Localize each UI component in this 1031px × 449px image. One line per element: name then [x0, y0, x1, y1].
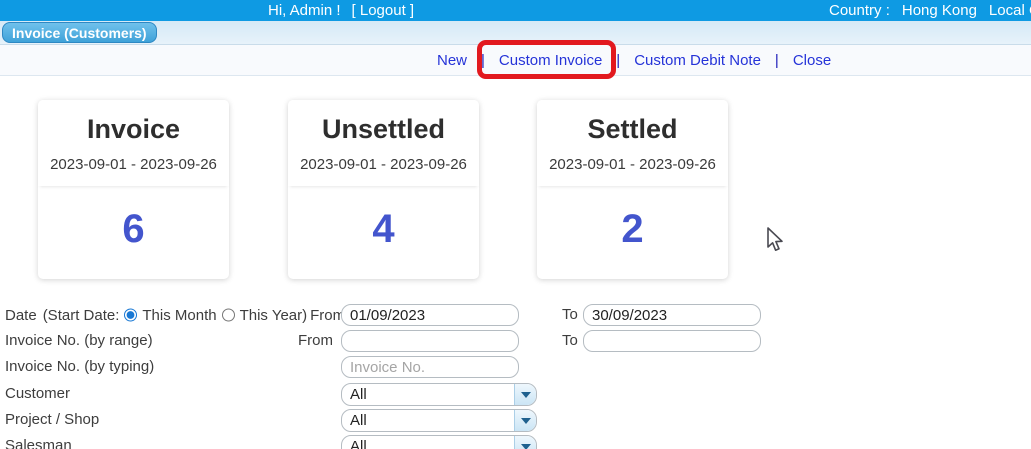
card-date-range: 2023-09-01 - 2023-09-26	[537, 156, 728, 173]
menu-item-close[interactable]: Close	[793, 52, 831, 69]
menu-separator: |	[775, 52, 779, 69]
customer-label: Customer	[5, 383, 70, 405]
card-date-range: 2023-09-01 - 2023-09-26	[288, 156, 479, 173]
local-currency-label: Local Cu	[989, 2, 1031, 19]
this-month-radio[interactable]	[124, 308, 137, 322]
card-settled[interactable]: Settled 2023-09-01 - 2023-09-26 2	[537, 100, 728, 279]
card-unsettled[interactable]: Unsettled 2023-09-01 - 2023-09-26 4	[288, 100, 479, 279]
arrow-cursor-icon	[764, 227, 786, 253]
card-count: 2	[537, 207, 728, 252]
card-invoice[interactable]: Invoice 2023-09-01 - 2023-09-26 6	[38, 100, 229, 279]
this-year-radio[interactable]	[222, 308, 235, 322]
card-header: Invoice 2023-09-01 - 2023-09-26	[38, 100, 229, 186]
caret-down-icon[interactable]	[514, 410, 536, 431]
menu-separator: |	[481, 52, 485, 69]
salesman-label: Salesman	[5, 435, 72, 449]
country-label: Country :	[829, 2, 890, 19]
project-shop-select-value: All	[342, 410, 514, 431]
caret-down-icon[interactable]	[514, 384, 536, 405]
invoice-range-label: Invoice No. (by range)	[5, 330, 153, 352]
invoice-typing-label: Invoice No. (by typing)	[5, 356, 154, 378]
range-from-label: From	[298, 330, 331, 352]
menu-links: New | Custom Invoice | Custom Debit Note…	[437, 45, 831, 75]
card-count: 6	[38, 207, 229, 252]
date-from-label: From	[310, 307, 345, 324]
customer-select-value: All	[342, 384, 514, 405]
date-label: Date	[5, 307, 37, 324]
menu-item-custom-debit-note[interactable]: Custom Debit Note	[634, 52, 761, 69]
card-title: Unsettled	[288, 114, 479, 145]
menu-bar: New | Custom Invoice | Custom Debit Note…	[0, 45, 1031, 76]
card-header: Settled 2023-09-01 - 2023-09-26	[537, 100, 728, 186]
menu-separator: |	[616, 52, 620, 69]
logout-link[interactable]: [ Logout ]	[352, 2, 415, 19]
this-year-label: This Year)	[240, 307, 308, 324]
country-value: Hong Kong	[902, 2, 977, 19]
user-greeting: Hi, Admin !	[268, 2, 341, 19]
topbar-country-area: Country : Hong Kong Local Cu	[829, 0, 1031, 21]
caret-down-icon[interactable]	[514, 436, 536, 449]
card-header: Unsettled 2023-09-01 - 2023-09-26	[288, 100, 479, 186]
card-title: Invoice	[38, 114, 229, 145]
this-month-label: This Month	[142, 307, 216, 324]
menu-item-new[interactable]: New	[437, 52, 467, 69]
tab-strip: Invoice (Customers)	[0, 21, 1031, 45]
project-shop-select[interactable]: All	[341, 409, 537, 432]
tab-label: Invoice (Customers)	[12, 25, 147, 41]
project-shop-label: Project / Shop	[5, 409, 99, 431]
card-count: 4	[288, 207, 479, 252]
top-bar: Hi, Admin ! [ Logout ] Country : Hong Ko…	[0, 0, 1031, 21]
date-to-label: To	[562, 304, 578, 326]
invoice-customers-screen: Hi, Admin ! [ Logout ] Country : Hong Ko…	[0, 0, 1031, 449]
card-title: Settled	[537, 114, 728, 145]
customer-select[interactable]: All	[341, 383, 537, 406]
tab-invoice-customers[interactable]: Invoice (Customers)	[2, 22, 157, 43]
date-filter-labels: Date (Start Date: This Month This Year) …	[5, 304, 341, 326]
range-to-label: To	[562, 330, 578, 352]
date-to-input[interactable]	[583, 304, 761, 326]
start-date-label: (Start Date:	[43, 307, 120, 324]
salesman-select-value: All	[342, 436, 514, 449]
invoice-range-from-input[interactable]	[341, 330, 519, 352]
invoice-range-to-input[interactable]	[583, 330, 761, 352]
date-from-input[interactable]	[341, 304, 519, 326]
invoice-typing-input[interactable]	[341, 356, 519, 378]
topbar-user-area: Hi, Admin ! [ Logout ]	[268, 0, 414, 21]
card-date-range: 2023-09-01 - 2023-09-26	[38, 156, 229, 173]
menu-item-custom-invoice[interactable]: Custom Invoice	[499, 52, 602, 69]
salesman-select[interactable]: All	[341, 435, 537, 449]
